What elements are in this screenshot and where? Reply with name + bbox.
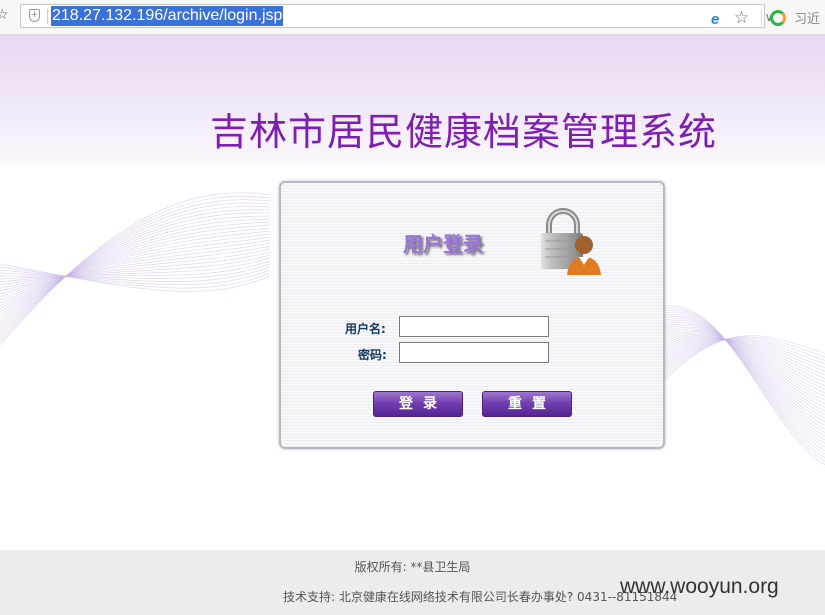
browser-address-bar: ☆ + 218.27.132.196/archive/login.jsp e ☆…: [0, 0, 825, 35]
wave-line-right: [639, 305, 825, 466]
wave-line-left: [0, 206, 271, 334]
wave-line-left: [0, 199, 271, 340]
password-label: 密码:: [358, 348, 387, 362]
login-title: 用户登录: [403, 232, 483, 256]
wave-line-right: [639, 313, 825, 451]
login-panel: 用户登录 用户名: 密码: 登录 重置: [279, 181, 665, 449]
login-button[interactable]: 登录: [373, 391, 463, 417]
search-engine-icon[interactable]: [770, 10, 786, 26]
copyright-text: 版权所有: **县卫生局: [354, 560, 471, 574]
password-input[interactable]: [399, 342, 549, 363]
lock-user-icon: [541, 208, 601, 275]
url-field[interactable]: + 218.27.132.196/archive/login.jsp e ☆ ∨: [20, 4, 773, 28]
watermark-text: www.wooyun.org: [620, 575, 779, 598]
wave-line-left: [0, 218, 271, 322]
reset-button[interactable]: 重置: [482, 391, 572, 417]
search-box-text[interactable]: 习近: [794, 8, 825, 27]
wave-line-left: [0, 202, 271, 337]
wave-line-left: [0, 221, 271, 319]
bookmark-star-icon[interactable]: ☆: [0, 7, 9, 23]
page-title: 吉林市居民健康档案管理系统: [210, 110, 718, 154]
ie-compat-icon[interactable]: e: [711, 11, 719, 28]
url-text[interactable]: 218.27.132.196/archive/login.jsp: [51, 6, 284, 26]
username-input[interactable]: [399, 316, 549, 337]
url-divider: [47, 9, 48, 24]
favorite-star-icon[interactable]: ☆: [734, 8, 749, 28]
tech-support-text: 技术支持: 北京健康在线网络技术有限公司长春办事处? 0431--8115184…: [283, 590, 678, 604]
security-shield-icon[interactable]: +: [29, 9, 40, 22]
wave-line-left: [0, 209, 271, 331]
header-banner: 吉林市居民健康档案管理系统: [0, 35, 825, 165]
username-label: 用户名:: [345, 322, 386, 336]
wave-line-left: [0, 212, 271, 328]
